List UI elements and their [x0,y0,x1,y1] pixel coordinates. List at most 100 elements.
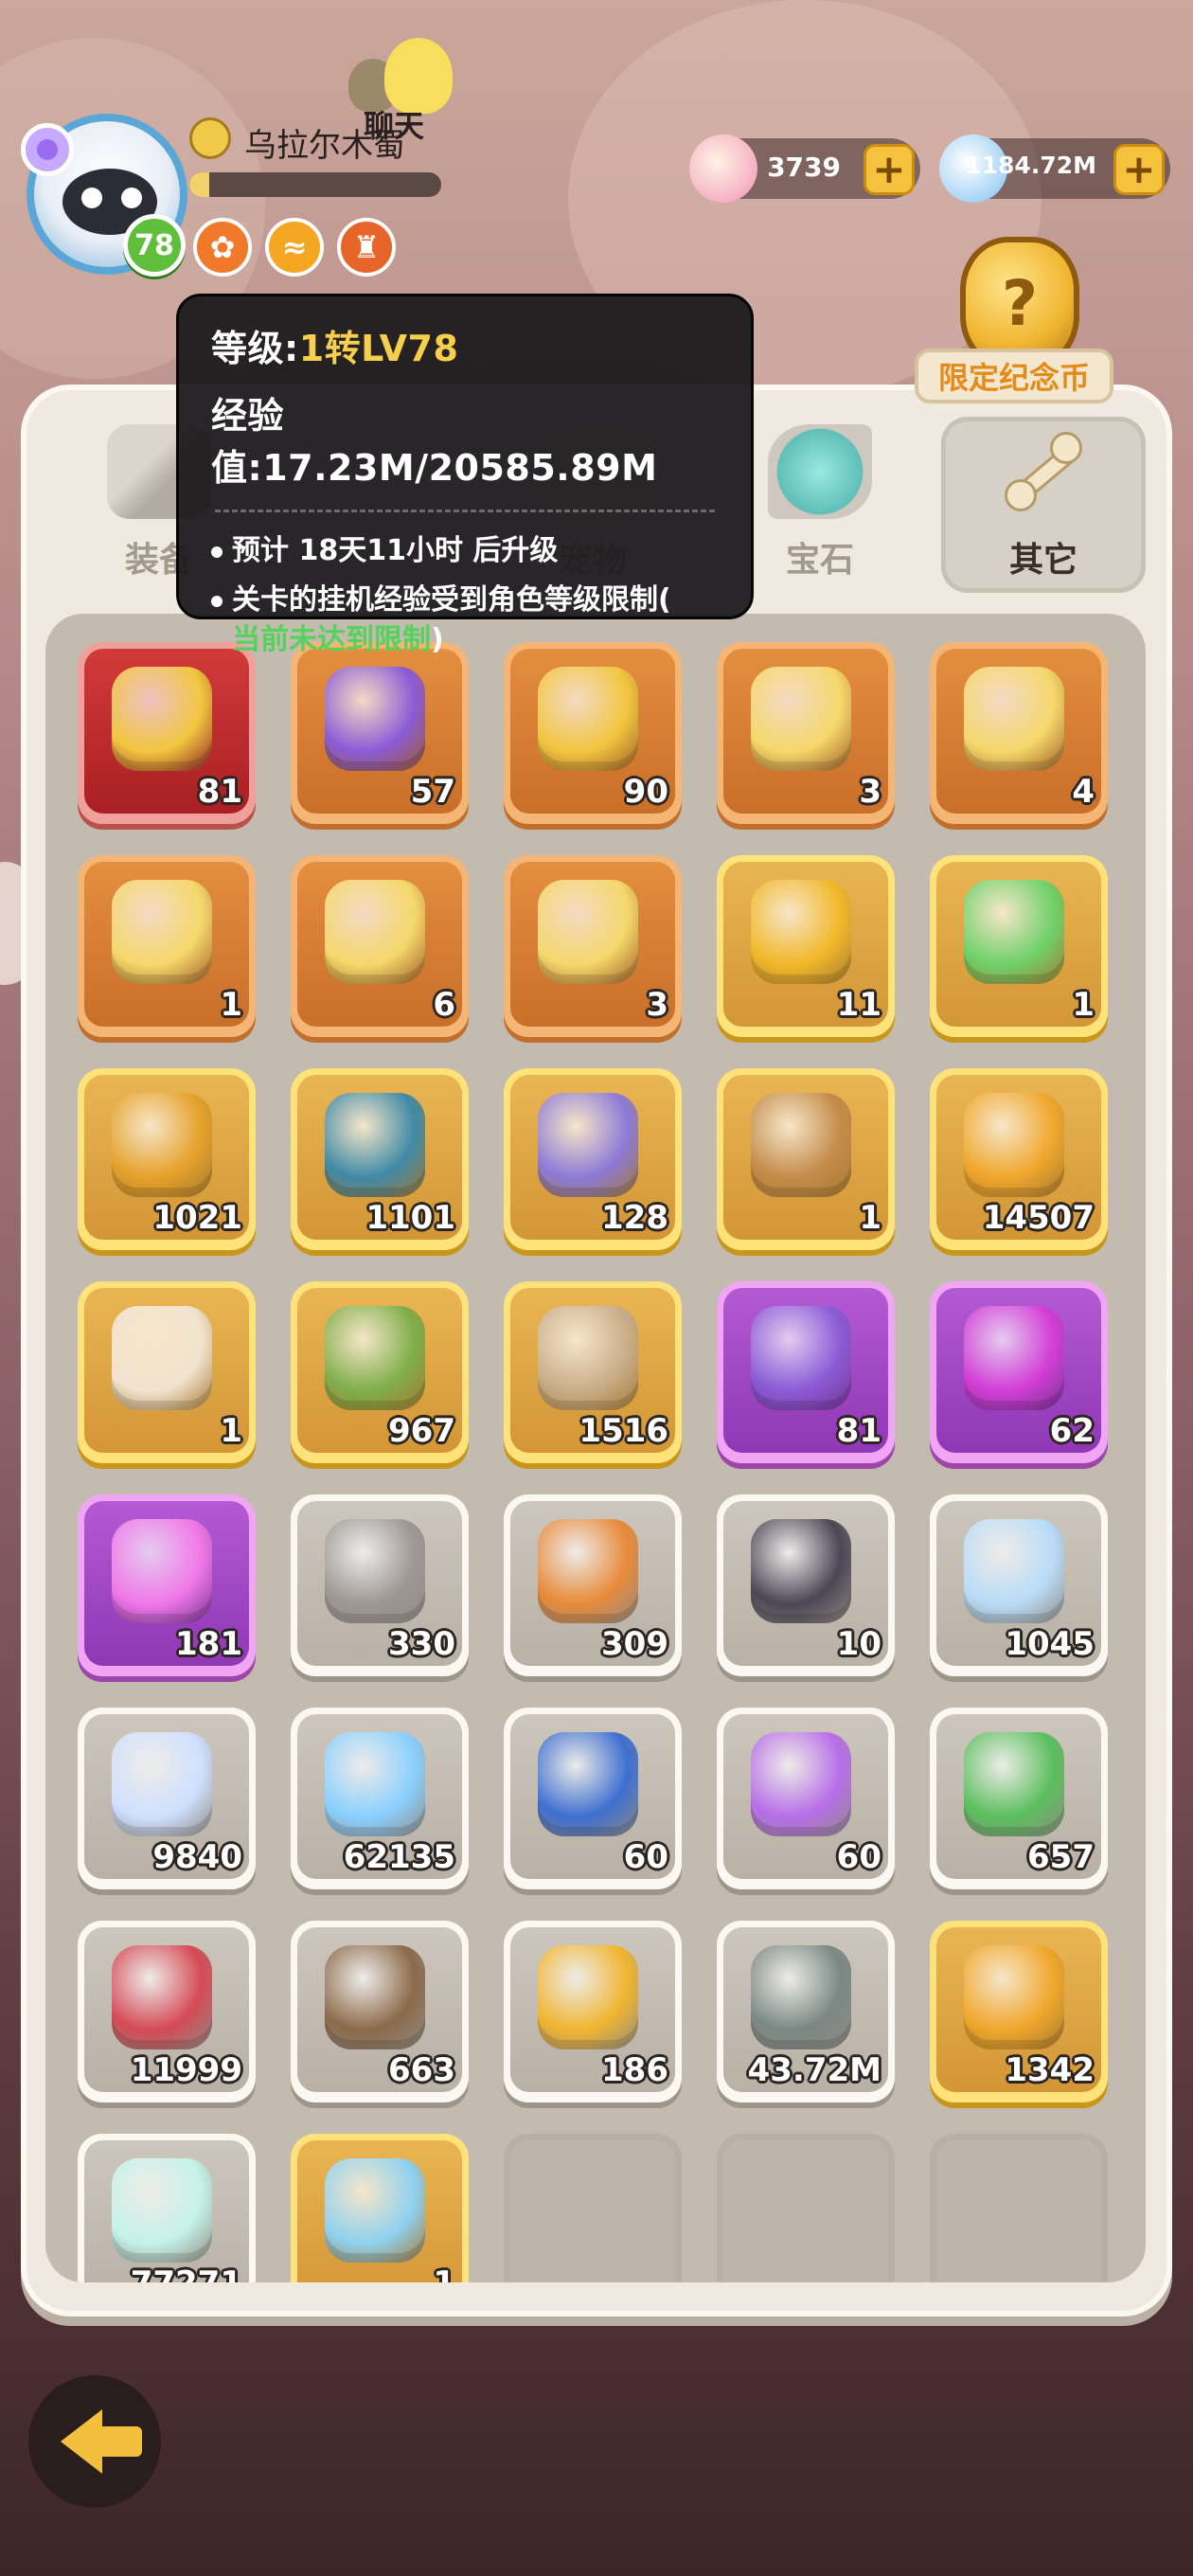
inventory-slot[interactable]: 4 [930,642,1108,824]
item-count: 967 [388,1412,455,1450]
inventory-slot[interactable]: 60 [717,1708,895,1889]
item-count: 57 [410,773,455,811]
buff-paw-icon[interactable]: ✿ [193,218,252,277]
shell-icon [689,134,757,203]
inventory-slot[interactable]: 11 [717,855,895,1037]
tab-label: 其它 [1008,541,1077,580]
player-name: 乌拉尔木蜀 [244,127,405,165]
tooltip-level-line: 等级:1转LV78 [211,319,719,371]
moon-icon [964,1519,1064,1623]
inventory-slot[interactable]: 181 [78,1494,256,1676]
inventory-slot[interactable]: 10 [717,1494,895,1676]
gold-coin-icon [964,1093,1064,1197]
inventory-slot[interactable]: 967 [291,1281,469,1463]
crystal-pet-icon [538,880,638,984]
rune-gold-coin-icon [964,1945,1064,2049]
item-count: 128 [601,1199,668,1237]
avatar-frame-icon[interactable] [21,123,74,176]
inventory-slot[interactable]: 1 [717,1068,895,1250]
slot-background [723,2140,888,2282]
buff-spiral-icon[interactable]: ≈ [265,218,324,277]
gold-ore-icon [751,880,851,984]
winged-emblem-icon [751,1093,851,1197]
empty-slot [504,2134,682,2282]
inventory-slot[interactable]: 1516 [504,1281,682,1463]
buff-shield-icon[interactable]: ♜ [337,218,396,277]
level-tooltip: 等级:1转LV78 经验值:17.23M/20585.89M 预计 18天11小… [176,294,754,656]
item-count: 1101 [365,1199,455,1237]
golden-pet-chest-icon [538,667,638,771]
tab-label: 宝石 [785,541,854,580]
bone-end [1050,432,1082,464]
item-count: 3 [646,986,668,1024]
crystal-pet-icon [751,667,851,771]
item-count: 330 [388,1625,455,1663]
inventory-slot[interactable]: 62135 [291,1708,469,1889]
inventory-slot[interactable]: 657 [930,1708,1108,1889]
inventory-slot[interactable]: 1021 [78,1068,256,1250]
inventory-slot[interactable]: 663 [291,1921,469,2102]
crystal-pet-icon [325,880,425,984]
inventory-slot[interactable]: 128 [504,1068,682,1250]
purple-ticket-icon [751,1732,851,1836]
inventory-slot[interactable]: 81 [717,1281,895,1463]
inventory-slot[interactable]: 57 [291,642,469,824]
green-statue-icon [325,1306,425,1410]
item-count: 4 [1072,773,1095,811]
exp-bar [189,172,441,197]
item-count: 10 [836,1625,881,1663]
item-count: 1045 [1005,1625,1095,1663]
inventory-slot[interactable]: 81 [78,642,256,824]
item-count: 657 [1027,1838,1095,1876]
inventory-slot[interactable]: 3 [717,642,895,824]
item-count: 62 [1049,1412,1095,1450]
exp-bar-fill [189,172,210,197]
item-count: 11 [836,986,881,1024]
teal-rune-stone-icon [751,1945,851,2049]
item-count: 1 [1072,986,1095,1024]
shell-value: 3739 [767,152,841,183]
slot-background [936,2140,1101,2282]
inventory-slot[interactable]: 330 [291,1494,469,1676]
avatar-eye [121,188,142,208]
add-diamond-button[interactable]: + [1113,144,1165,195]
inventory-slot[interactable]: 62 [930,1281,1108,1463]
item-count: 6 [433,986,455,1024]
purple-bag-icon [538,1093,638,1197]
inventory-slot[interactable]: 60 [504,1708,682,1889]
crystal-pet-icon [964,667,1064,771]
inventory-slot[interactable]: 43.72M [717,1921,895,2102]
slot-background [510,2140,675,2282]
dark-chest-icon [751,1519,851,1623]
inventory-slot[interactable]: 11999 [78,1921,256,2102]
item-count: 81 [836,1412,881,1450]
back-button[interactable] [28,2375,161,2508]
inventory-slot[interactable]: 14507 [930,1068,1108,1250]
item-count: 77271 [131,2264,242,2282]
inventory-slot[interactable]: 309 [504,1494,682,1676]
inventory-slot[interactable]: 6 [291,855,469,1037]
inventory-slot[interactable]: 1 [78,1281,256,1463]
inventory-slot[interactable]: 90 [504,642,682,824]
inventory-slot[interactable]: 1101 [291,1068,469,1250]
inventory-slot[interactable]: 1 [291,2134,469,2282]
inventory-slot[interactable]: 1 [930,855,1108,1037]
inventory-slot[interactable]: 1045 [930,1494,1108,1676]
item-count: 1021 [152,1199,242,1237]
item-count: 62135 [343,1838,455,1876]
limited-coin-button[interactable]: ? 限定纪念币 [915,237,1113,413]
inventory-slot[interactable]: 1 [78,855,256,1037]
item-count: 11999 [130,2051,242,2089]
item-count: 14507 [982,1199,1095,1237]
inventory-slot[interactable]: 3 [504,855,682,1037]
avatar-eye [81,188,102,208]
pink-crystal-icon [112,1519,212,1623]
inventory-slot[interactable]: 1342 [930,1921,1108,2102]
item-count: 81 [197,773,242,811]
inventory-slot[interactable]: 9840 [78,1708,256,1889]
tab-other[interactable]: 其它 [941,417,1146,593]
add-shell-button[interactable]: + [864,144,915,195]
purple-orb-chest-icon [325,667,425,771]
inventory-slot[interactable]: 77271 [78,2134,256,2282]
inventory-slot[interactable]: 186 [504,1921,682,2102]
